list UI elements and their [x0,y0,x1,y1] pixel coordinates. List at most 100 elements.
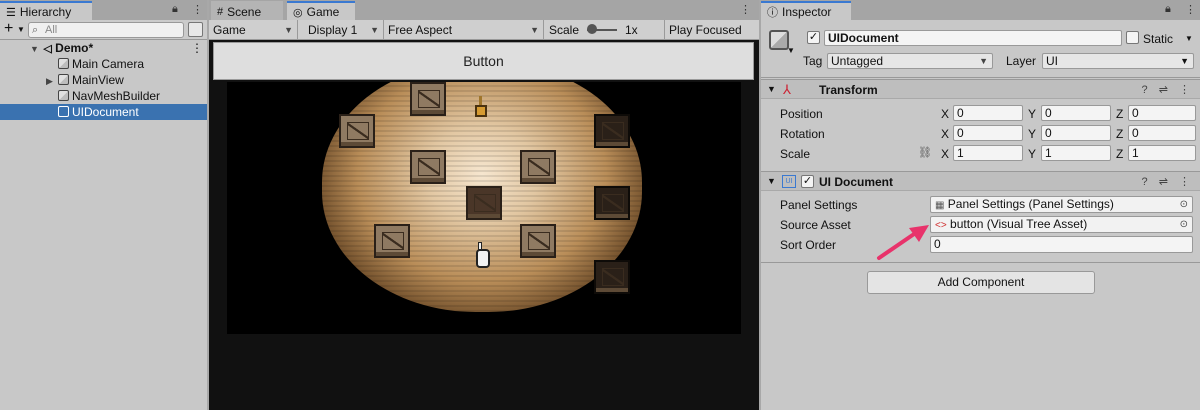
info-icon: ⓘ [767,7,778,19]
presets-icon[interactable]: ⇌ [1159,176,1172,188]
rotation-z-field[interactable]: 0 [1128,125,1196,141]
panel-settings-value: Panel Settings (Panel Settings) [947,197,1114,211]
hierarchy-item-navmeshbuilder[interactable]: NavMeshBuilder [0,88,207,104]
kebab-menu-icon[interactable]: ⋮ [1179,84,1194,96]
position-x-field[interactable]: 0 [953,105,1023,121]
rotation-y-field[interactable]: 0 [1041,125,1111,141]
hierarchy-item-label: NavMeshBuilder [72,89,161,103]
lamp-sprite [474,96,488,120]
dropdown-arrow-icon[interactable]: ▼ [1185,34,1193,43]
tab-inspector[interactable]: ⓘ Inspector [761,1,851,20]
object-picker-icon[interactable]: ⊙ [1180,217,1188,232]
object-name-field[interactable]: UIDocument [824,30,1122,46]
display-dropdown[interactable]: Display 1 ▼ [304,20,384,40]
hierarchy-tabbar: ☰ Hierarchy 🔒︎ ⋮ [0,0,207,20]
ui-document-header[interactable]: ▼ UI ✓ UI Document ? ⇌ ⋮ [761,171,1200,191]
active-checkbox[interactable]: ✓ [807,31,820,44]
kebab-menu-icon[interactable]: ⋮ [1179,176,1194,188]
hierarchy-item-main-camera[interactable]: Main Camera [0,56,207,72]
kebab-menu-icon[interactable]: ⋮ [191,40,203,56]
dropdown-arrow-icon[interactable]: ▼ [787,46,795,55]
hierarchy-item-uidocument[interactable]: UIDocument [0,104,207,120]
kebab-menu-icon[interactable]: ⋮ [1185,3,1196,16]
presets-icon[interactable]: ⇌ [1159,84,1172,96]
divider [761,262,1200,263]
game-ui-button[interactable]: Button [213,42,754,80]
play-mode-dropdown[interactable]: Play Focused [665,20,759,40]
hierarchy-item-label: Main Camera [72,57,145,71]
scene-visibility-icon[interactable] [188,22,203,37]
scale-z-field[interactable]: 1 [1128,145,1196,161]
component-actions[interactable]: ? ⇌ ⋮ [1142,175,1194,188]
dropdown-arrow-icon[interactable]: ▼ [17,25,25,34]
lock-icon[interactable]: 🔒︎ [172,3,178,16]
source-asset-label: Source Asset [780,218,851,232]
layer-label: Layer [1006,54,1037,68]
gameobject-icon [58,106,69,117]
source-asset-value: button (Visual Tree Asset) [950,217,1088,231]
foldout-arrow-icon[interactable]: ▼ [767,176,776,186]
dropdown-arrow-icon: ▼ [1180,56,1189,66]
help-icon[interactable]: ? [1142,176,1152,188]
hierarchy-item-label: Demo* [55,41,94,55]
ui-document-title: UI Document [819,175,894,189]
position-y-field[interactable]: 0 [1041,105,1111,121]
foldout-arrow-icon[interactable]: ▼ [767,84,776,94]
game-tabbar: # Scene ◎ Game ⋮ [209,0,759,20]
crate [339,114,375,148]
ui-document-enabled-checkbox[interactable]: ✓ [801,175,814,188]
add-component-button[interactable]: Add Component [867,271,1095,294]
hierarchy-item-label: MainView [72,73,124,87]
panel-settings-asset-icon: ▦ [935,200,945,211]
constrain-proportions-icon[interactable]: ⛓ [918,146,932,159]
kebab-menu-icon[interactable]: ⋮ [192,3,203,16]
gameobject-icon [58,74,69,85]
object-picker-icon[interactable]: ⊙ [1180,197,1188,212]
hierarchy-item-scene[interactable]: ▼ ◁ Demo* ⋮ [0,40,207,56]
hierarchy-toolbar: + ▼ ⌕ All [0,20,207,40]
game-canvas[interactable]: Button [209,40,759,410]
source-asset-field[interactable]: <> button (Visual Tree Asset) ⊙ [930,216,1193,233]
panel-settings-field[interactable]: ▦ Panel Settings (Panel Settings) ⊙ [930,196,1193,213]
expand-arrow-icon[interactable]: ▶ [46,73,58,89]
hierarchy-search-input[interactable]: ⌕ All [28,22,184,38]
scale-x-field[interactable]: 1 [953,145,1023,161]
scale-y-value: 1 [1045,146,1052,160]
axis-x-label: X [941,127,950,141]
layer-dropdown[interactable]: UI ▼ [1042,53,1194,69]
scale-x-value: 1 [957,146,964,160]
scale-y-field[interactable]: 1 [1041,145,1111,161]
lock-icon[interactable]: 🔒︎ [1165,3,1171,16]
tag-label: Tag [803,54,823,68]
gameobject-icon [58,90,69,101]
tag-dropdown[interactable]: Untagged ▼ [827,53,993,69]
tab-game[interactable]: ◎ Game [287,1,355,20]
hierarchy-item-mainview[interactable]: ▶ MainView [0,72,207,88]
position-z-field[interactable]: 0 [1128,105,1196,121]
search-placeholder: All [45,24,58,36]
aspect-dropdown[interactable]: Free Aspect ▼ [384,20,544,40]
add-icon[interactable]: + [4,20,13,38]
rotation-y-value: 0 [1045,126,1052,140]
object-name-value: UIDocument [828,31,899,45]
help-icon[interactable]: ? [1142,84,1152,96]
list-icon: ☰ [6,6,16,19]
crate [410,82,446,116]
sort-order-field[interactable]: 0 [930,236,1193,253]
static-checkbox[interactable] [1126,31,1139,44]
component-actions[interactable]: ? ⇌ ⋮ [1142,83,1194,96]
gamepad-icon: ◎ [293,6,303,19]
sort-order-value: 0 [934,237,941,251]
tab-game-label: Game [306,5,340,19]
scale-slider-thumb[interactable] [587,24,597,34]
rotation-x-field[interactable]: 0 [953,125,1023,141]
ui-document-icon: UI [782,175,796,188]
game-mode-dropdown[interactable]: Game ▼ [209,20,298,40]
kebab-menu-icon[interactable]: ⋮ [740,3,751,16]
transform-header[interactable]: ▼ ⅄ Transform ? ⇌ ⋮ [761,79,1200,99]
hierarchy-item-label: UIDocument [72,105,139,119]
expand-arrow-icon[interactable]: ▼ [30,41,40,57]
static-label: Static [1143,32,1174,46]
tab-hierarchy[interactable]: ☰ Hierarchy [0,1,92,20]
tab-scene[interactable]: # Scene [211,1,283,20]
